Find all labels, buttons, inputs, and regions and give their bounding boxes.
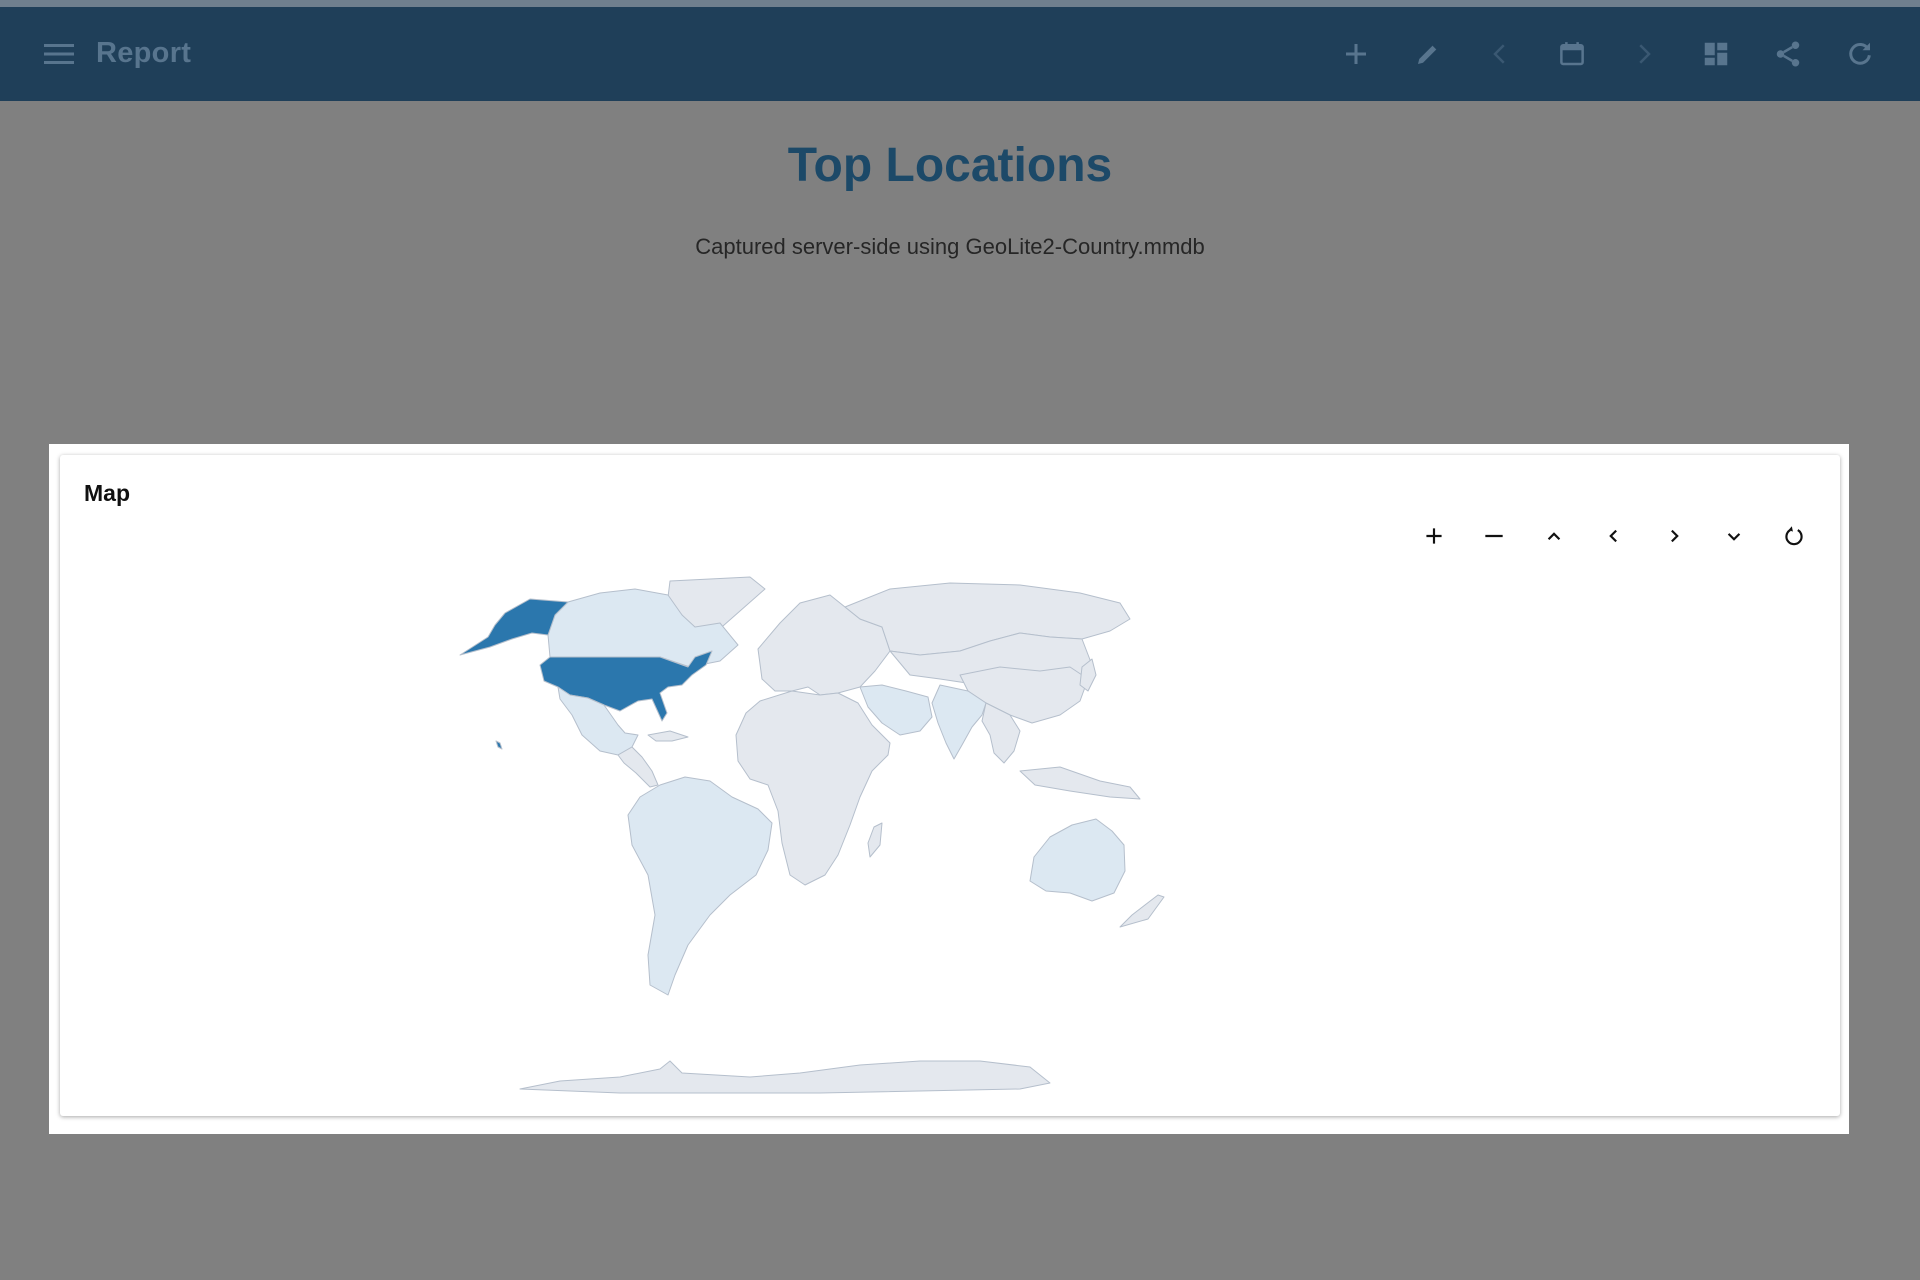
app-title: Report — [96, 37, 192, 69]
pan-up-button[interactable] — [1524, 515, 1584, 557]
map-region-indonesia[interactable] — [1019, 766, 1141, 800]
pan-right-button[interactable] — [1644, 515, 1704, 557]
page-subtitle: Captured server-side using GeoLite2-Coun… — [695, 234, 1205, 259]
zoom-out-button[interactable] — [1464, 515, 1524, 557]
pan-up-icon — [1547, 532, 1561, 541]
chevron-left-icon — [1493, 44, 1505, 64]
zoom-in-button[interactable] — [1404, 515, 1464, 557]
dashboard-icon — [1704, 42, 1728, 66]
pencil-icon — [1418, 44, 1438, 64]
world-map[interactable] — [420, 575, 1490, 1095]
app-bar: Report — [0, 7, 1920, 101]
map-region-new-zealand[interactable] — [1119, 894, 1165, 928]
app-bar-actions — [1320, 32, 1896, 76]
map-region-caribbean[interactable] — [647, 730, 689, 742]
map-region-central-america[interactable] — [617, 746, 659, 788]
plus-icon — [1346, 44, 1366, 64]
refresh-button[interactable] — [1824, 32, 1896, 76]
share-button[interactable] — [1752, 32, 1824, 76]
map-region-south-america[interactable] — [627, 776, 773, 996]
calendar-icon — [1560, 42, 1584, 66]
next-period-button[interactable] — [1608, 32, 1680, 76]
pan-down-button[interactable] — [1704, 515, 1764, 557]
dashboard-button[interactable] — [1680, 32, 1752, 76]
zoom-in-icon — [1426, 528, 1442, 544]
pan-right-icon — [1671, 529, 1679, 543]
pan-left-button[interactable] — [1584, 515, 1644, 557]
menu-icon[interactable] — [44, 41, 74, 67]
add-button[interactable] — [1320, 32, 1392, 76]
chevron-right-icon — [1639, 44, 1651, 64]
pan-down-icon — [1727, 533, 1741, 541]
map-region-hawaii[interactable] — [495, 740, 503, 750]
zoom-out-icon — [1485, 534, 1503, 538]
previous-period-button[interactable] — [1464, 32, 1536, 76]
window-top-strip — [0, 0, 1920, 7]
edit-button[interactable] — [1392, 32, 1464, 76]
pan-left-icon — [1609, 529, 1617, 543]
share-icon — [1776, 41, 1800, 67]
map-region-australia[interactable] — [1029, 818, 1126, 902]
reset-view-icon — [1785, 526, 1803, 546]
refresh-icon — [1849, 42, 1871, 65]
panel-title: Map — [84, 480, 130, 506]
reset-view-button[interactable] — [1764, 515, 1824, 557]
calendar-button[interactable] — [1536, 32, 1608, 76]
map-region-antarctica[interactable] — [519, 1060, 1051, 1094]
page-title: Top Locations — [787, 139, 1113, 192]
map-controls — [1404, 515, 1824, 557]
map-region-madagascar[interactable] — [867, 822, 883, 858]
